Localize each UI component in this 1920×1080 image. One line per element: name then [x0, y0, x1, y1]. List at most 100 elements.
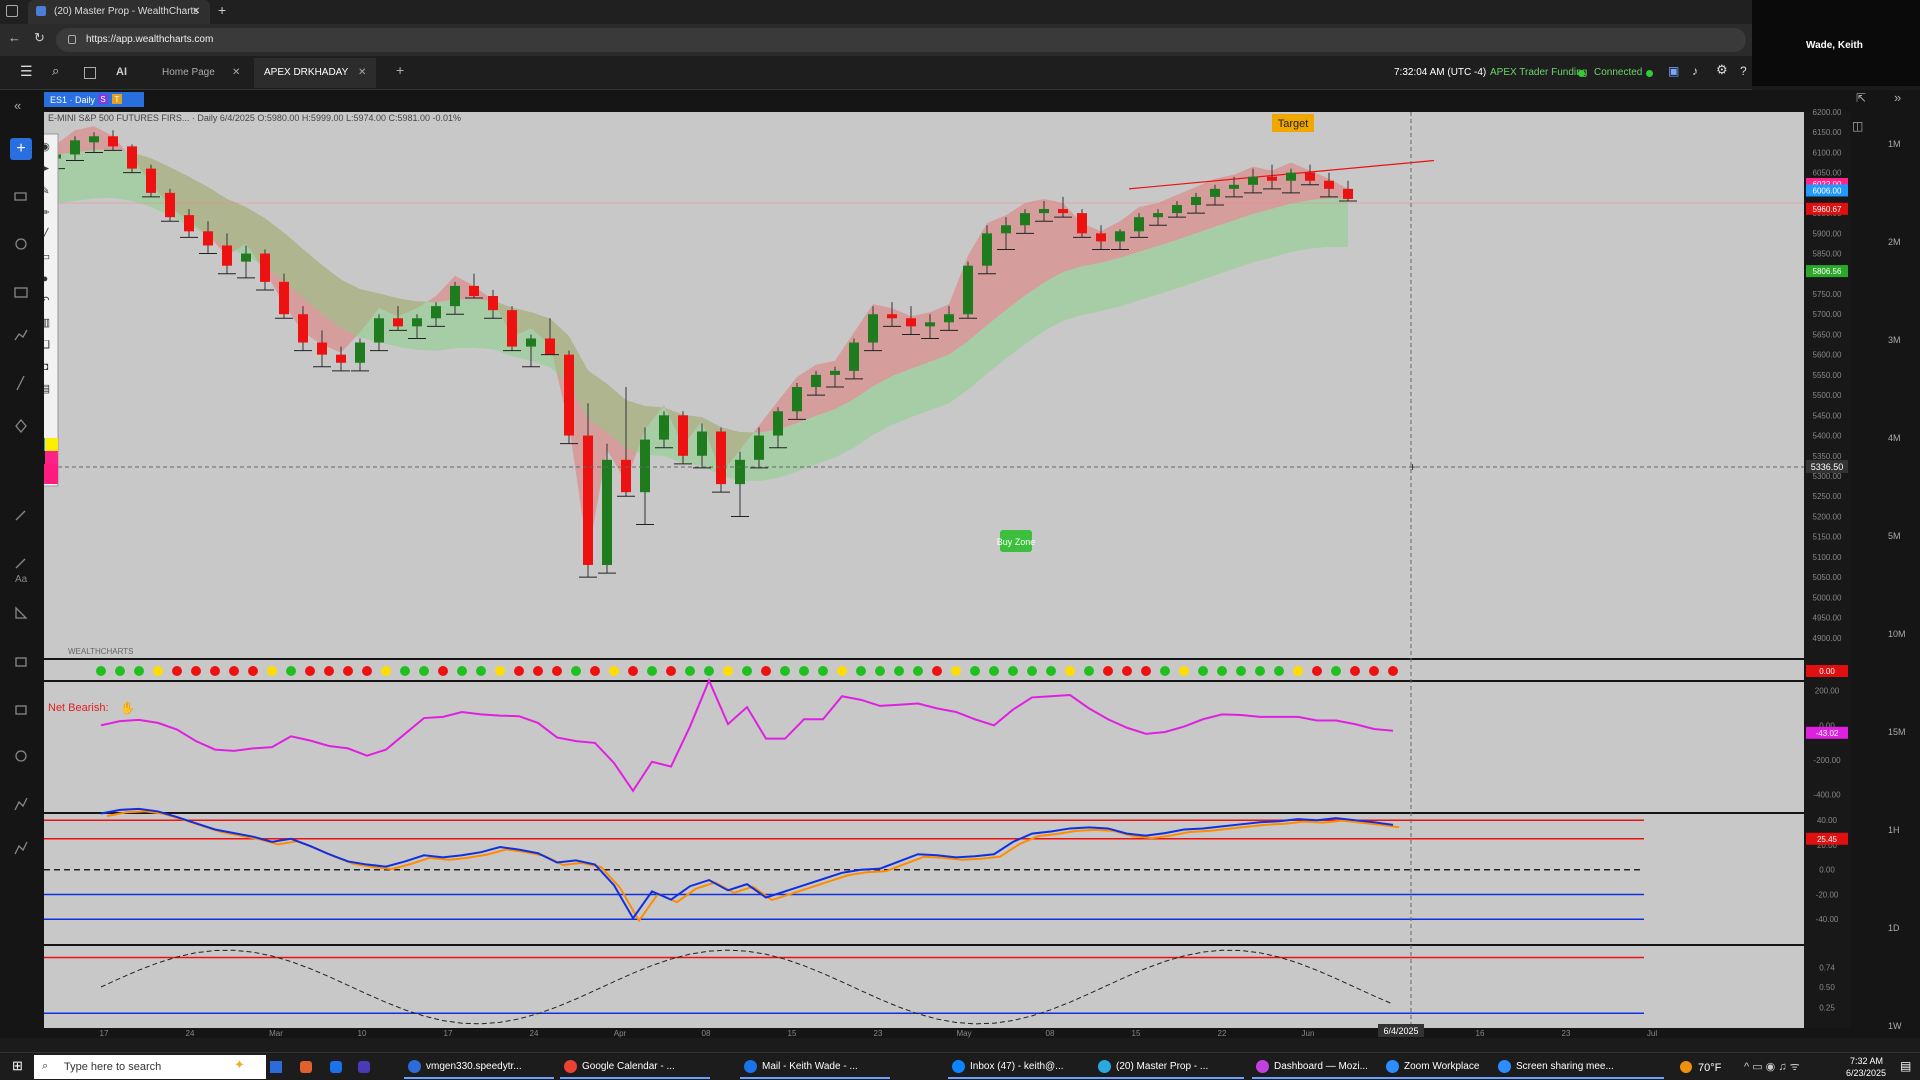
add-indicator-button[interactable]: +: [10, 138, 32, 160]
candle-body[interactable]: [469, 285, 479, 297]
add-tab-button[interactable]: +: [396, 63, 404, 77]
back-icon[interactable]: ←: [8, 31, 21, 44]
refresh-icon[interactable]: [15, 750, 27, 762]
timeframe-10m[interactable]: 10M: [1888, 628, 1906, 640]
timeframe-1d[interactable]: 1D: [1888, 922, 1900, 934]
bar-chart-icon[interactable]: [14, 192, 27, 201]
signal-icon[interactable]: [14, 841, 28, 855]
candle-body[interactable]: [564, 354, 574, 436]
search-icon[interactable]: ⌕: [52, 64, 59, 77]
timeframe-1m[interactable]: 1M: [1888, 138, 1901, 150]
screen-icon[interactable]: [15, 705, 27, 715]
candle-body[interactable]: [944, 314, 954, 323]
candle-body[interactable]: [431, 306, 441, 319]
candle-body[interactable]: [1305, 172, 1315, 181]
pen-icon[interactable]: [15, 510, 26, 521]
candle-body[interactable]: [1191, 196, 1201, 206]
candle-body[interactable]: [1286, 172, 1296, 181]
camera-icon[interactable]: ◘: [44, 361, 49, 373]
reload-icon[interactable]: ↻: [34, 31, 45, 44]
color-swatch-yellow[interactable]: [45, 438, 58, 451]
oscillator-pane[interactable]: [44, 682, 1804, 812]
candle-body[interactable]: [1134, 217, 1144, 232]
candle-body[interactable]: [222, 245, 232, 266]
gear-icon[interactable]: ⚙: [1716, 63, 1728, 76]
candle-body[interactable]: [792, 387, 802, 412]
taskbar-app[interactable]: Screen sharing mee...: [1494, 1055, 1664, 1079]
clock-icon[interactable]: [15, 238, 27, 250]
candle-body[interactable]: [1153, 213, 1163, 218]
candle-body[interactable]: [279, 281, 289, 315]
timeframe-1w[interactable]: 1W: [1888, 1020, 1902, 1032]
candle-body[interactable]: [146, 168, 156, 193]
candle-body[interactable]: [1248, 176, 1258, 185]
taskbar-app[interactable]: (20) Master Prop - ...: [1094, 1055, 1244, 1079]
candle-body[interactable]: [1324, 180, 1334, 189]
candle-body[interactable]: [1115, 231, 1125, 242]
timeframe-5m[interactable]: 5M: [1888, 530, 1901, 542]
expand-icon[interactable]: ⇱: [1856, 92, 1866, 104]
candle-body[interactable]: [925, 322, 935, 327]
taskbar-app[interactable]: Google Calendar - ...: [560, 1055, 710, 1079]
candle-body[interactable]: [697, 431, 707, 456]
taskbar-search[interactable]: ⌕ Type here to search ✦: [34, 1055, 266, 1079]
tab-apex-drkhaday[interactable]: APEX DRKHADAY ✕: [254, 58, 376, 88]
taskbar-app[interactable]: vmgen330.speedytr...: [404, 1055, 554, 1079]
candle-body[interactable]: [545, 338, 555, 355]
help-icon[interactable]: ?: [1740, 65, 1747, 77]
candle-body[interactable]: [1096, 233, 1106, 242]
candle-body[interactable]: [906, 318, 916, 327]
outlook-icon[interactable]: [330, 1061, 342, 1073]
collapse-icon[interactable]: «: [14, 99, 21, 112]
color-swatch-pink[interactable]: [45, 451, 58, 464]
candle-body[interactable]: [1172, 205, 1182, 214]
ruler-icon[interactable]: ▭: [44, 251, 50, 263]
task-view-icon[interactable]: [270, 1061, 282, 1073]
candle-body[interactable]: [1077, 213, 1087, 234]
candle-body[interactable]: [317, 342, 327, 355]
candle-body[interactable]: [203, 231, 213, 246]
candle-body[interactable]: [1001, 225, 1011, 234]
address-field[interactable]: https://app.wealthcharts.com: [56, 28, 1746, 52]
windows-start-icon[interactable]: ⊞: [12, 1059, 23, 1072]
dot-icon[interactable]: ●: [44, 273, 48, 285]
shape-icon[interactable]: [15, 418, 27, 434]
timeframe-15m[interactable]: 15M: [1888, 726, 1906, 738]
taskbar-app[interactable]: Mail - Keith Wade - ...: [740, 1055, 890, 1079]
color-swatch-black[interactable]: [44, 451, 45, 464]
trash-icon[interactable]: ▥: [44, 317, 50, 329]
layers-icon[interactable]: ❏: [44, 339, 50, 351]
candle-body[interactable]: [1229, 184, 1239, 189]
window-icon[interactable]: [6, 5, 18, 17]
candle-body[interactable]: [1058, 209, 1068, 214]
candle-body[interactable]: [393, 318, 403, 327]
panel-icon[interactable]: [15, 657, 27, 667]
save-icon[interactable]: ▣: [1668, 65, 1679, 77]
measure-icon[interactable]: [15, 558, 26, 569]
weather-temp[interactable]: 70°F: [1698, 1062, 1721, 1074]
ai-button[interactable]: AI: [116, 66, 127, 78]
timeframe-4m[interactable]: 4M: [1888, 432, 1901, 444]
tab-home-close-icon[interactable]: ✕: [232, 67, 240, 79]
timeframe-3m[interactable]: 3M: [1888, 334, 1901, 346]
browser-tab-active[interactable]: (20) Master Prop - WealthCharts ✕: [28, 0, 210, 24]
candle-body[interactable]: [1039, 209, 1049, 214]
candle-body[interactable]: [773, 411, 783, 436]
triangle-tool-icon[interactable]: [15, 606, 28, 619]
candle-body[interactable]: [868, 314, 878, 343]
timeframe-2m[interactable]: 2M: [1888, 236, 1901, 248]
candle-body[interactable]: [355, 342, 365, 363]
tray-icons[interactable]: ^ ▭ ◉ ♫ ᯤ: [1744, 1061, 1800, 1073]
candle-body[interactable]: [127, 146, 137, 169]
candle-body[interactable]: [963, 265, 973, 315]
candle-body[interactable]: [488, 296, 498, 311]
taskbar-app[interactable]: Dashboard — Mozi...: [1252, 1055, 1402, 1079]
site-info-icon[interactable]: [68, 35, 76, 44]
candle-body[interactable]: [583, 435, 593, 565]
candle-body[interactable]: [1343, 188, 1353, 199]
candle-body[interactable]: [1020, 213, 1030, 226]
clipboard-icon[interactable]: ▤: [44, 383, 50, 395]
timeframe-1h[interactable]: 1H: [1888, 824, 1900, 836]
brush-icon[interactable]: ✎: [44, 185, 50, 197]
candle-body[interactable]: [754, 435, 764, 460]
